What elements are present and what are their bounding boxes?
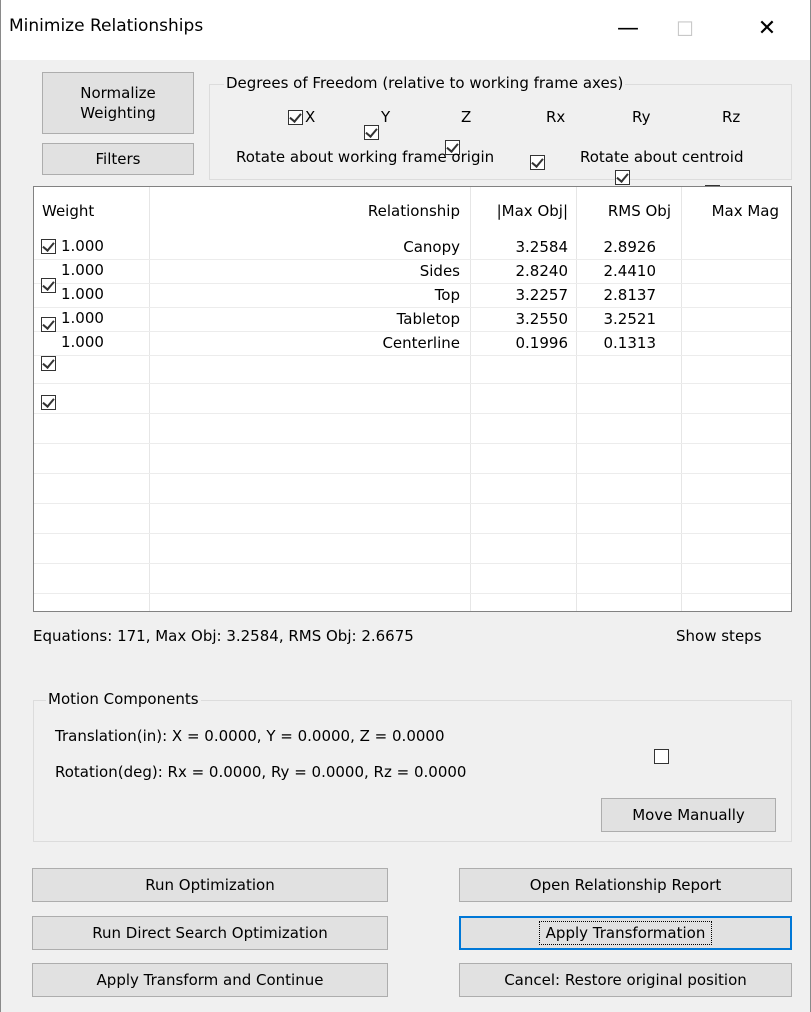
radio-rotate-origin-label: Rotate about working frame origin (236, 148, 495, 166)
row-checkbox[interactable] (41, 356, 56, 371)
header-relationship[interactable]: Relationship (150, 187, 460, 235)
row-weight[interactable]: 1.000 (61, 306, 104, 330)
row-max-obj: 3.2257 (515, 286, 569, 304)
row-rms-obj: 3.2521 (603, 310, 657, 328)
run-optimization-button[interactable]: Run Optimization (32, 868, 388, 902)
checkbox-z-label: Z (461, 108, 472, 126)
maximize-icon: ☐ (676, 17, 694, 41)
row-weight[interactable]: 1.000 (61, 282, 104, 306)
row-rms-obj: 2.8137 (603, 286, 657, 304)
header-max-obj[interactable]: |Max Obj| (471, 187, 568, 235)
checkbox-rx[interactable] (530, 155, 545, 170)
equations-summary: Equations: 171, Max Obj: 3.2584, RMS Obj… (33, 627, 414, 645)
window-border-left (0, 0, 1, 1012)
row-checkbox[interactable] (41, 395, 56, 410)
translation-readout: Translation(in): X = 0.0000, Y = 0.0000,… (55, 727, 445, 745)
row-rms-obj: 2.4410 (603, 262, 657, 280)
radio-rotate-centroid-label: Rotate about centroid (580, 148, 744, 166)
header-weight[interactable]: Weight (42, 187, 94, 235)
row-weight[interactable]: 1.000 (61, 330, 104, 354)
checkbox-x-label: X (305, 108, 316, 126)
run-direct-search-button[interactable]: Run Direct Search Optimization (32, 916, 388, 950)
open-relationship-report-button[interactable]: Open Relationship Report (459, 868, 792, 902)
row-weight[interactable]: 1.000 (61, 234, 104, 258)
apply-transformation-label: Apply Transformation (538, 921, 713, 945)
header-rms-obj[interactable]: RMS Obj (577, 187, 671, 235)
row-max-obj: 3.2584 (515, 238, 569, 256)
checkbox-rz-label: Rz (722, 108, 741, 126)
checkbox-rx-label: Rx (546, 108, 566, 126)
rotation-readout: Rotation(deg): Rx = 0.0000, Ry = 0.0000,… (55, 763, 467, 781)
row-checkbox[interactable] (41, 317, 56, 332)
header-max-mag[interactable]: Max Mag (682, 187, 779, 235)
normalize-label-line1: Normalize (80, 84, 156, 102)
normalize-label-line2: Weighting (80, 104, 156, 122)
dof-legend: Degrees of Freedom (relative to working … (224, 74, 626, 92)
cancel-restore-button[interactable]: Cancel: Restore original position (459, 963, 792, 997)
show-steps-label: Show steps (676, 627, 762, 645)
normalize-weighting-button[interactable]: Normalize Weighting (42, 72, 194, 134)
row-checkbox[interactable] (41, 239, 56, 254)
filters-button[interactable]: Filters (42, 143, 194, 175)
row-max-obj: 2.8240 (515, 262, 569, 280)
row-weight[interactable]: 1.000 (61, 258, 104, 282)
row-rms-obj: 2.8926 (603, 238, 657, 256)
row-max-obj: 3.2550 (515, 310, 569, 328)
close-icon[interactable]: ✕ (742, 12, 792, 46)
row-relationship[interactable]: Top (150, 283, 460, 307)
checkbox-y-label: Y (381, 108, 391, 126)
row-relationship[interactable]: Tabletop (150, 307, 460, 331)
row-relationship[interactable]: Sides (150, 259, 460, 283)
row-relationship[interactable]: Centerline (150, 331, 460, 355)
apply-transformation-button[interactable]: Apply Transformation (459, 916, 792, 950)
window-title: Minimize Relationships (9, 16, 204, 36)
checkbox-ry[interactable] (615, 170, 630, 185)
motion-legend: Motion Components (46, 690, 201, 708)
checkbox-x[interactable] (288, 110, 303, 125)
checkbox-ry-label: Ry (632, 108, 651, 126)
row-max-obj: 0.1996 (515, 334, 569, 352)
row-relationship[interactable]: Canopy (150, 235, 460, 259)
checkbox-y[interactable] (364, 125, 379, 140)
apply-transform-continue-button[interactable]: Apply Transform and Continue (32, 963, 388, 997)
row-checkbox[interactable] (41, 278, 56, 293)
relationship-table[interactable]: Weight Relationship |Max Obj| RMS Obj Ma… (33, 186, 792, 612)
row-rms-obj: 0.1313 (603, 334, 657, 352)
minimize-icon[interactable]: — (603, 12, 653, 46)
move-manually-button[interactable]: Move Manually (601, 798, 776, 832)
